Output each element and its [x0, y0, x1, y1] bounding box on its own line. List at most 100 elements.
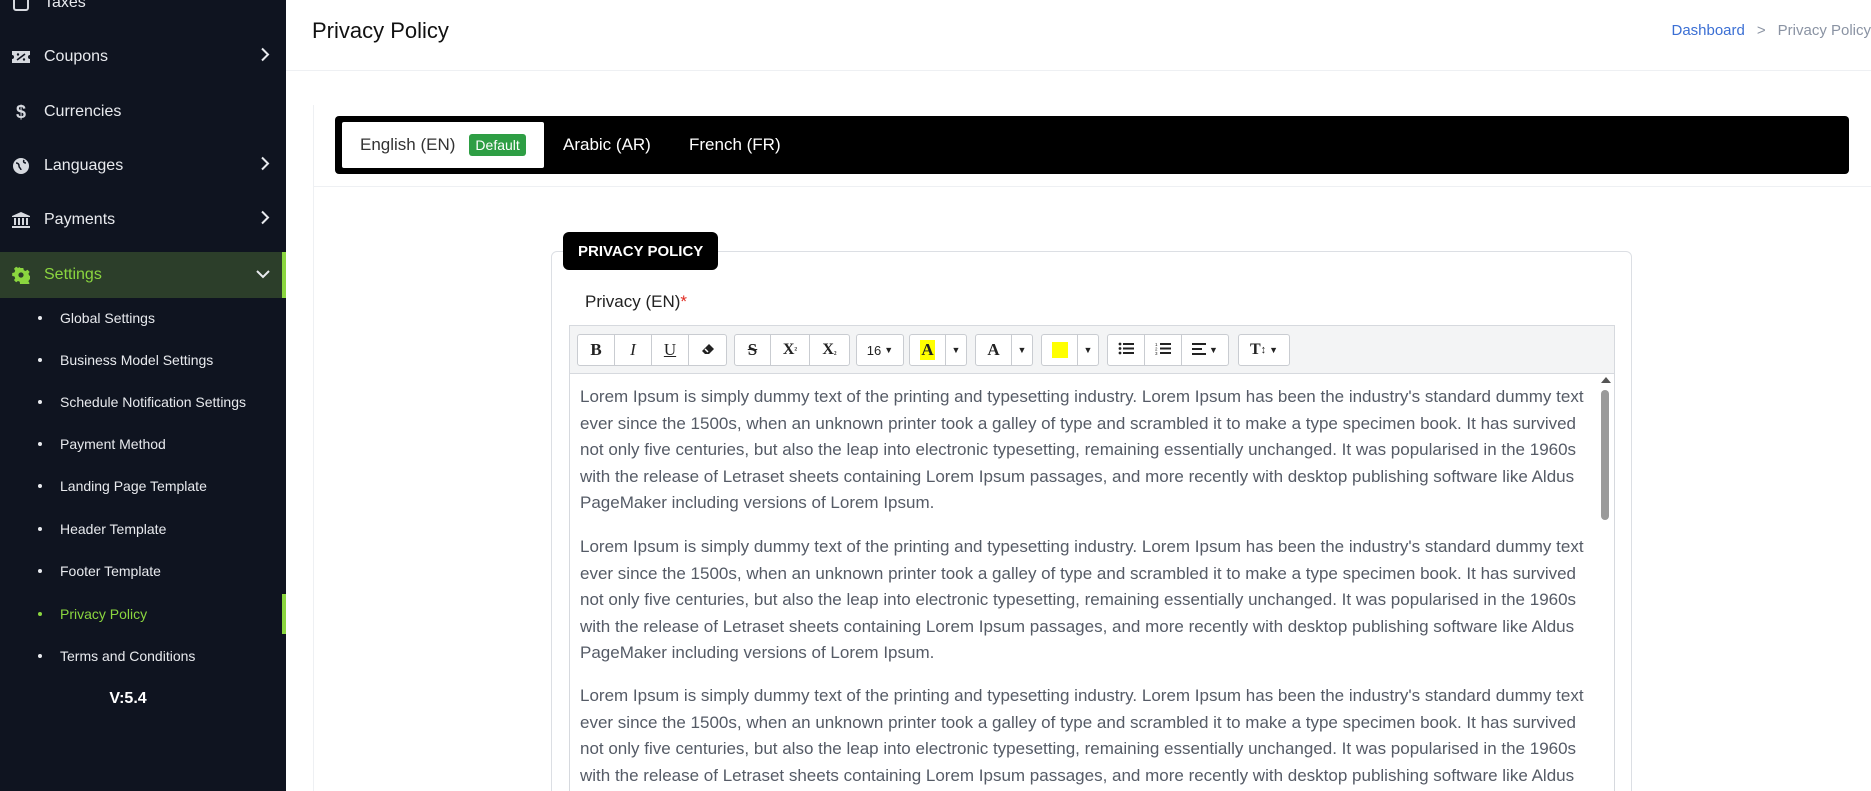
content-paragraph: Lorem Ipsum is simply dummy text of the … [580, 537, 1584, 662]
sidebar-subitem-label: Payment Method [60, 436, 166, 452]
sidebar-item-label: Languages [44, 157, 124, 174]
text-color-dropdown[interactable]: ▼ [1012, 335, 1032, 365]
font-size-group: 16 ▼ [856, 334, 904, 366]
sidebar-subitem-footer-template[interactable]: Footer Template [0, 551, 286, 591]
highlight-color-dropdown[interactable]: ▼ [1078, 335, 1098, 365]
language-tabs: English (EN) Default Arabic (AR) French … [335, 116, 1849, 174]
globe-icon [10, 155, 32, 177]
required-mark: * [680, 292, 688, 311]
font-style-group: B I U [577, 334, 727, 366]
tab-label: Arabic (AR) [563, 135, 651, 154]
bullet-icon [38, 484, 42, 488]
strikethrough-button[interactable]: S [735, 335, 771, 365]
dollar-icon: $ [15, 101, 26, 122]
bullet-icon [38, 654, 42, 658]
sidebar-subitem-privacy-policy[interactable]: Privacy Policy [0, 594, 286, 634]
sidebar-item-currencies[interactable]: $ Currencies [0, 89, 286, 135]
bullet-icon [38, 442, 42, 446]
font-color-button[interactable]: A [910, 335, 946, 365]
sidebar-subitem-schedule-notification-settings[interactable]: Schedule Notification Settings [0, 382, 286, 422]
caret-down-icon: ▼ [1017, 345, 1027, 355]
italic-button[interactable]: I [615, 335, 652, 365]
scrollbar-thumb[interactable] [1601, 390, 1609, 520]
subscript-button[interactable]: X₂ [810, 335, 849, 365]
caret-down-icon: ▼ [884, 345, 894, 355]
bullet-icon [38, 316, 42, 320]
bank-icon [10, 209, 32, 231]
sidebar-subitem-label: Privacy Policy [60, 606, 148, 622]
sidebar-subitem-global-settings[interactable]: Global Settings [0, 298, 286, 338]
sidebar-subitem-landing-page-template[interactable]: Landing Page Template [0, 466, 286, 506]
sidebar-item-label: Settings [44, 266, 102, 283]
bullet-icon [38, 527, 42, 531]
chevron-down-icon [256, 266, 270, 284]
bullet-list-icon [1118, 342, 1134, 359]
sidebar-item-label: Payments [44, 211, 116, 228]
numbered-list-icon: 123 [1155, 342, 1171, 359]
content-paragraph: Lorem Ipsum is simply dummy text of the … [580, 387, 1584, 512]
subscript-x: X [822, 341, 834, 358]
sidebar-item-languages[interactable]: Languages [0, 143, 286, 189]
version-label: V:5.4 [109, 690, 147, 707]
sidebar-subitem-label: Terms and Conditions [60, 648, 196, 664]
sidebar-subitem-label: Header Template [60, 521, 167, 537]
tab-arabic[interactable]: Arabic (AR) [545, 122, 669, 168]
text-color-button[interactable]: A [976, 335, 1012, 365]
sidebar: Taxes Coupons $ Currencies Languages Pay… [0, 0, 286, 791]
underline-button[interactable]: U [652, 335, 689, 365]
breadcrumb-current: Privacy Policy [1777, 22, 1871, 39]
font-size-dropdown[interactable]: 16 ▼ [857, 335, 903, 365]
bold-button[interactable]: B [578, 335, 615, 365]
line-height-dropdown[interactable]: T ↕ ▼ [1239, 335, 1289, 365]
sidebar-subitem-label: Global Settings [60, 310, 155, 326]
font-color-group: A ▼ [909, 334, 967, 366]
field-label-text: Privacy (EN) [585, 292, 681, 311]
header-divider [286, 70, 1871, 71]
font-color-dropdown[interactable]: ▼ [946, 335, 966, 365]
sidebar-item-coupons[interactable]: Coupons [0, 34, 286, 80]
sidebar-item-payments[interactable]: Payments [0, 197, 286, 243]
sidebar-item-label: Currencies [44, 103, 122, 120]
sidebar-subitem-payment-method[interactable]: Payment Method [0, 424, 286, 464]
caret-down-icon: ▼ [1269, 345, 1279, 355]
chevron-right-icon [260, 156, 270, 176]
caret-down-icon: ▼ [951, 345, 961, 355]
sidebar-subitem-terms-and-conditions[interactable]: Terms and Conditions [0, 636, 286, 676]
content-paragraph: Lorem Ipsum is simply dummy text of the … [580, 686, 1584, 785]
page-title: Privacy Policy [312, 18, 449, 43]
text-size-t: T [1249, 341, 1261, 358]
breadcrumb-separator: > [1756, 22, 1766, 39]
editor-content[interactable]: Lorem Ipsum is simply dummy text of the … [570, 374, 1614, 791]
bullet-icon [38, 358, 42, 362]
align-left-icon [1192, 342, 1207, 359]
align-dropdown[interactable]: ▼ [1182, 335, 1228, 365]
tab-english[interactable]: English (EN) Default [342, 122, 544, 168]
privacy-en-label: Privacy (EN)* [585, 292, 687, 312]
sidebar-subitem-label: Landing Page Template [60, 478, 207, 494]
sidebar-item-taxes[interactable]: Taxes [0, 0, 286, 26]
sidebar-item-settings[interactable]: Settings [0, 252, 286, 298]
bullet-icon [38, 569, 42, 573]
sidebar-subitem-label: Footer Template [60, 563, 161, 579]
tab-french[interactable]: French (FR) [671, 122, 799, 168]
subscript-mark: ₂ [833, 345, 837, 355]
bullet-icon [38, 400, 42, 404]
sidebar-item-label: Taxes [44, 0, 86, 11]
breadcrumb: Dashboard > Privacy Policy [1671, 22, 1871, 39]
ordered-list-button[interactable]: 123 [1145, 335, 1182, 365]
breadcrumb-dashboard-link[interactable]: Dashboard [1671, 22, 1744, 39]
highlight-group: ▼ [1041, 334, 1099, 366]
receipt-icon [10, 0, 32, 14]
scroll-up-arrow-icon[interactable] [1601, 377, 1611, 383]
default-badge: Default [469, 134, 526, 156]
unordered-list-button[interactable] [1108, 335, 1145, 365]
paragraph-group: 123 ▼ [1107, 334, 1229, 366]
highlight-color-button[interactable] [1042, 335, 1078, 365]
font-script-group: S X² X₂ [734, 334, 850, 366]
sidebar-subitem-header-template[interactable]: Header Template [0, 509, 286, 549]
highlight-swatch [1051, 342, 1068, 358]
superscript-button[interactable]: X² [771, 335, 810, 365]
eraser-button[interactable] [689, 335, 726, 365]
sidebar-subitem-business-model-settings[interactable]: Business Model Settings [0, 340, 286, 380]
ticket-percent-icon [10, 46, 32, 68]
